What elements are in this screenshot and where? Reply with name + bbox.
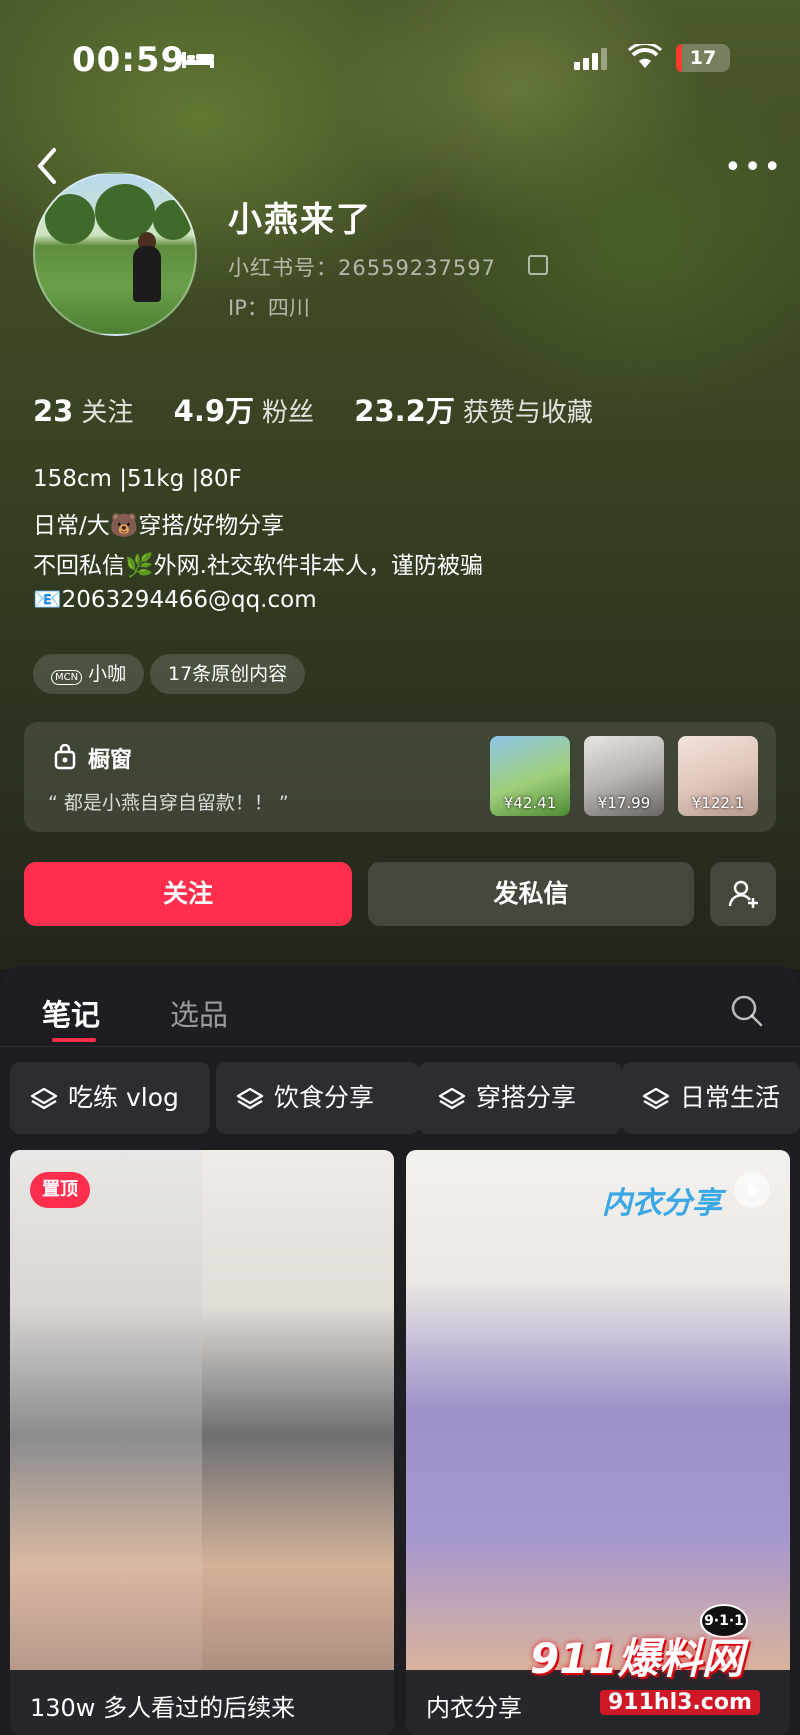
status-time: 00:59 <box>72 40 186 80</box>
profile-stats: 23 关注 4.9万 粉丝 23.2万 获赞与收藏 <box>33 388 625 430</box>
collection-chip[interactable]: 饮食分享 <box>216 1062 420 1134</box>
note-image <box>202 1150 394 1670</box>
tab-active-indicator <box>52 1038 96 1042</box>
tab-products[interactable]: 选品 <box>170 992 228 1034</box>
back-arrow-icon[interactable] <box>34 146 60 186</box>
add-user-icon <box>728 880 758 908</box>
layers-icon <box>438 1087 466 1110</box>
sleep-mode-icon <box>182 52 214 68</box>
shop-item-thumbnail[interactable]: ¥122.1 <box>678 736 758 816</box>
layers-icon <box>642 1087 670 1110</box>
red-id: 小红书号：26559237597 <box>228 256 496 280</box>
follow-button[interactable]: 关注 <box>24 862 352 926</box>
collection-chip[interactable]: 吃练 vlog <box>10 1062 210 1134</box>
note-card[interactable] <box>10 1150 394 1735</box>
shop-item-thumbnail[interactable]: ¥17.99 <box>584 736 664 816</box>
note-caption: 130w 多人看过的后续来 <box>30 1694 296 1722</box>
collection-chip[interactable]: 穿搭分享 <box>418 1062 622 1134</box>
mcn-icon: MCN <box>51 670 83 685</box>
original-content-tag[interactable]: 17条原创内容 <box>150 654 306 694</box>
battery-indicator: 17 <box>676 44 730 72</box>
collection-chip[interactable]: 日常生活 <box>622 1062 800 1134</box>
more-options-icon[interactable]: ••• <box>724 150 783 185</box>
bio-line: 日常/大🐻穿搭/好物分享 <box>33 513 285 539</box>
message-button[interactable]: 发私信 <box>368 862 694 926</box>
note-overlay-title: 内衣分享 <box>602 1186 722 1221</box>
ip-location: IP：四川 <box>228 296 310 320</box>
note-image <box>406 1150 790 1670</box>
bio-line: 不回私信🌿外网.社交软件非本人，谨防被骗 <box>33 553 483 579</box>
note-caption: 内衣分享 <box>426 1694 522 1722</box>
shopping-bag-icon <box>54 744 76 770</box>
stat-following[interactable]: 23 关注 <box>33 394 165 428</box>
wifi-icon <box>628 44 662 68</box>
video-play-icon <box>734 1172 770 1208</box>
watermark-url: 911hl3.com <box>600 1690 760 1715</box>
tab-divider <box>0 1046 800 1047</box>
pinned-badge: 置顶 <box>30 1172 90 1208</box>
stat-likes[interactable]: 23.2万 获赞与收藏 <box>354 394 625 428</box>
layers-icon <box>236 1087 264 1110</box>
cellular-signal-icon <box>574 48 607 70</box>
tab-notes[interactable]: 笔记 <box>42 992 100 1034</box>
avatar[interactable] <box>33 172 197 336</box>
note-image <box>10 1150 202 1670</box>
watermark-brand: 911爆料网 <box>530 1634 744 1683</box>
shop-item-thumbnail[interactable]: ¥42.41 <box>490 736 570 816</box>
shop-title: 橱窗 <box>88 748 133 773</box>
add-friend-button[interactable] <box>710 862 776 926</box>
layers-icon <box>30 1087 58 1110</box>
profile-name: 小燕来了 <box>228 200 372 240</box>
bio-line: 158cm |51kg |80F <box>33 466 242 492</box>
copy-id-icon[interactable] <box>528 255 548 275</box>
search-icon[interactable] <box>730 994 764 1028</box>
bio-line: 📧2063294466@qq.com <box>33 587 317 613</box>
mcn-tag[interactable]: MCN 小咖 <box>33 654 145 694</box>
stat-followers[interactable]: 4.9万 粉丝 <box>174 394 346 428</box>
shop-subtitle: “ 都是小燕自穿自留款！！ ” <box>48 792 289 814</box>
